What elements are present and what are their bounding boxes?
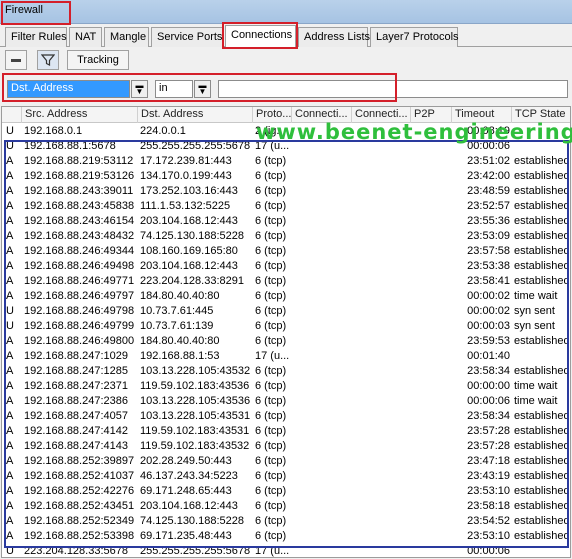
src-address-cell: 192.168.0.1 — [24, 125, 83, 137]
filter-icon — [41, 54, 55, 66]
connections-highlight-box — [4, 140, 569, 548]
toolbar: Tracking — [0, 48, 572, 72]
tab-address-lists[interactable]: Address Lists — [298, 27, 370, 47]
tab-service-ports[interactable]: Service Ports — [151, 27, 223, 47]
column-src-address[interactable]: Src. Address — [22, 107, 138, 123]
watermark: www.beenet-engineering — [256, 120, 572, 144]
remove-button[interactable] — [5, 50, 27, 70]
filter-button[interactable] — [37, 50, 59, 70]
column-flag-header[interactable] — [2, 107, 22, 123]
flag-cell: U — [6, 125, 14, 137]
tab-mangle[interactable]: Mangle — [104, 27, 149, 47]
tab-filter-rules[interactable]: Filter Rules — [5, 27, 67, 47]
minus-icon — [11, 58, 21, 62]
tab-layer7-protocols[interactable]: Layer7 Protocols — [370, 27, 459, 47]
connections-tab-highlight-box — [222, 22, 298, 49]
tab-nat[interactable]: NAT — [69, 27, 102, 47]
title-highlight-box — [1, 1, 71, 25]
dst-address-cell: 224.0.0.1 — [140, 125, 186, 137]
window-titlebar: Firewall — [0, 0, 572, 24]
tracking-button[interactable]: Tracking — [67, 50, 129, 70]
column-dst-address[interactable]: Dst. Address — [138, 107, 253, 123]
filter-highlight-box — [2, 73, 397, 102]
